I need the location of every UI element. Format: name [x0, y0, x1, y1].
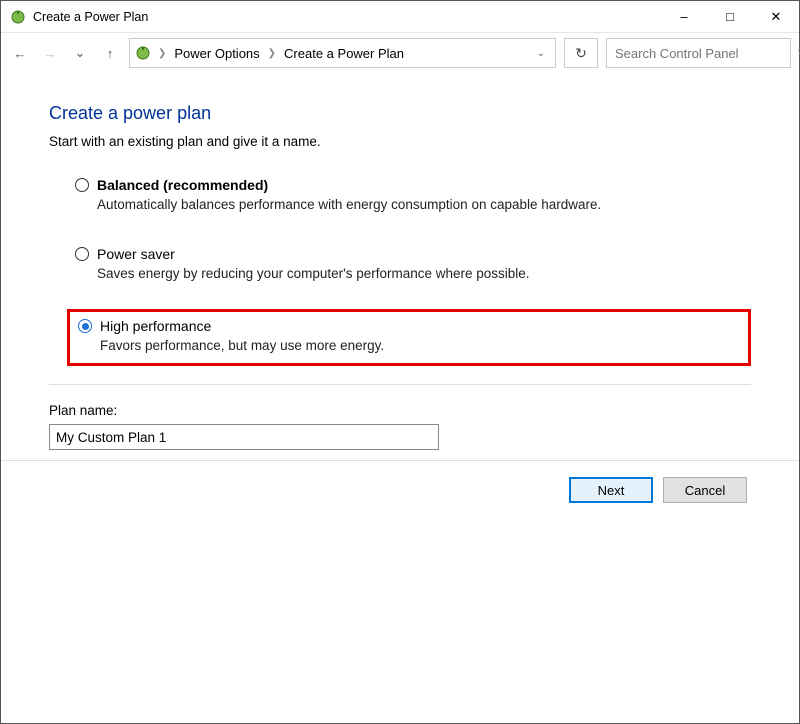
- plan-option-desc: Saves energy by reducing your computer's…: [97, 266, 743, 281]
- up-button[interactable]: ↑: [99, 41, 121, 65]
- history-dropdown[interactable]: ⌄: [69, 41, 91, 65]
- minimize-button[interactable]: –: [661, 1, 707, 32]
- titlebar: Create a Power Plan – □ ✕: [1, 1, 799, 33]
- plan-option-power-saver[interactable]: Power saver Saves energy by reducing you…: [67, 240, 751, 291]
- maximize-button[interactable]: □: [707, 1, 753, 32]
- page-subheading: Start with an existing plan and give it …: [49, 134, 751, 149]
- refresh-button[interactable]: ↻: [564, 38, 598, 68]
- plan-option-title: Power saver: [97, 246, 175, 262]
- divider: [49, 384, 751, 385]
- toolbar: ← → ⌄ ↑ ❯ Power Options ❯ Create a Power…: [1, 33, 799, 73]
- radio-icon[interactable]: [75, 178, 89, 192]
- next-button[interactable]: Next: [569, 477, 653, 503]
- plan-option-title: High performance: [100, 318, 211, 334]
- plan-option-title: Balanced (recommended): [97, 177, 268, 193]
- chevron-right-icon: ❯: [266, 48, 278, 59]
- close-button[interactable]: ✕: [753, 1, 799, 32]
- address-battery-icon: [134, 44, 152, 62]
- radio-icon[interactable]: [78, 319, 92, 333]
- plan-name-input[interactable]: [49, 424, 439, 450]
- address-bar[interactable]: ❯ Power Options ❯ Create a Power Plan ⌄: [129, 38, 556, 68]
- radio-icon[interactable]: [75, 247, 89, 261]
- footer: Next Cancel: [1, 460, 799, 519]
- window-battery-icon: [9, 8, 27, 26]
- plan-options: Balanced (recommended) Automatically bal…: [67, 171, 751, 366]
- page-heading: Create a power plan: [49, 103, 751, 124]
- window-title: Create a Power Plan: [33, 10, 661, 24]
- breadcrumb-item[interactable]: Power Options: [172, 46, 261, 61]
- content: Create a power plan Start with an existi…: [1, 73, 799, 460]
- plan-option-desc: Automatically balances performance with …: [97, 197, 743, 212]
- back-button[interactable]: ←: [9, 41, 31, 65]
- search-box[interactable]: 🔍︎: [606, 38, 791, 68]
- plan-option-high-performance[interactable]: High performance Favors performance, but…: [67, 309, 751, 366]
- plan-name-label: Plan name:: [49, 403, 751, 418]
- window-controls: – □ ✕: [661, 1, 799, 32]
- search-input[interactable]: [615, 46, 791, 61]
- breadcrumb-item[interactable]: Create a Power Plan: [282, 46, 406, 61]
- forward-button[interactable]: →: [39, 41, 61, 65]
- plan-option-balanced[interactable]: Balanced (recommended) Automatically bal…: [67, 171, 751, 222]
- chevron-right-icon: ❯: [156, 48, 168, 59]
- plan-option-desc: Favors performance, but may use more ene…: [100, 338, 740, 353]
- address-dropdown[interactable]: ⌄: [531, 48, 551, 59]
- cancel-button[interactable]: Cancel: [663, 477, 747, 503]
